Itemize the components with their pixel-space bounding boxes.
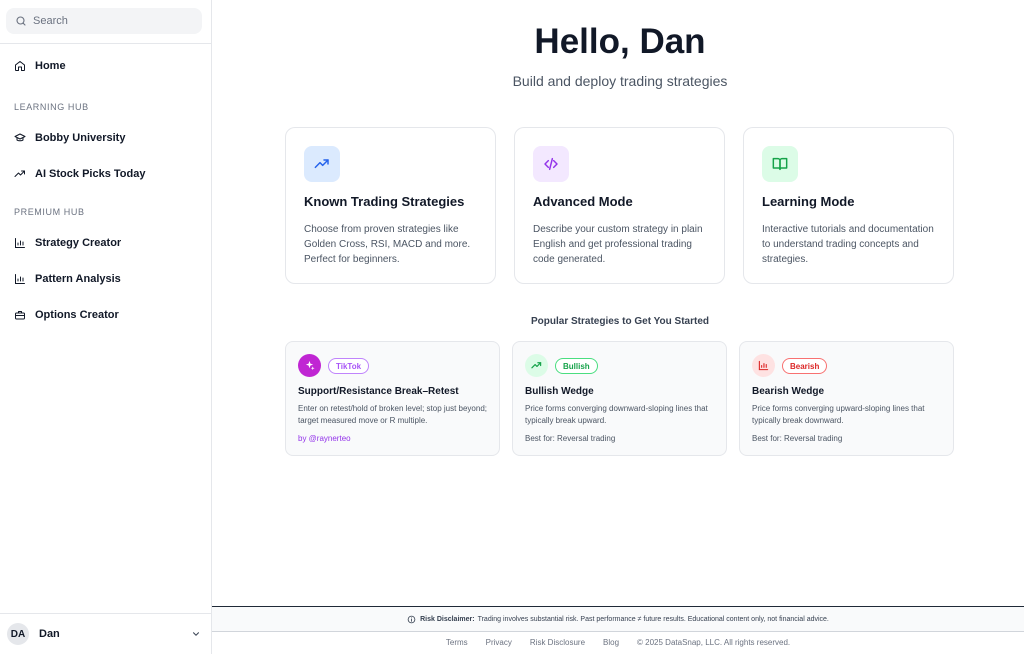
card-icon-wrap (533, 146, 569, 182)
footer-links: Terms Privacy Risk Disclosure Blog © 202… (212, 638, 1024, 647)
sidebar-item-label: Strategy Creator (35, 237, 122, 249)
sidebar-item-strategy-creator[interactable]: Strategy Creator (0, 228, 211, 258)
avatar: DA (7, 623, 29, 645)
premium-hub-title: PREMIUM HUB (14, 207, 85, 217)
main-content: Hello, Dan Build and deploy trading stra… (212, 0, 1024, 654)
user-name: Dan (39, 628, 60, 640)
trending-up-icon (14, 170, 25, 177)
strategy-author-link[interactable]: by @raynerteo (298, 434, 351, 443)
chevron-down-icon[interactable] (191, 629, 201, 639)
card-known-trading-strategies[interactable]: Known Trading Strategies Choose from pro… (285, 127, 496, 284)
card-title: Known Trading Strategies (304, 194, 465, 209)
sidebar-item-home[interactable]: Home (0, 51, 211, 81)
code-icon (544, 157, 558, 171)
strategy-meta: Best for: Reversal trading (525, 434, 616, 443)
footer-link-blog[interactable]: Blog (603, 638, 619, 647)
strategy-icon-wrap (525, 354, 548, 377)
bar-chart-icon (15, 274, 25, 284)
disclaimer-text: Trading involves substantial risk. Past … (477, 615, 829, 623)
strategy-title: Bullish Wedge (525, 386, 594, 397)
strategy-tag: Bearish (782, 358, 828, 374)
sidebar-divider (0, 43, 211, 44)
strategy-card-support-resistance[interactable]: TikTok Support/Resistance Break–Retest E… (285, 341, 500, 456)
strategy-description: Enter on retest/hold of broken level; st… (298, 404, 488, 425)
strategy-meta: Best for: Reversal trading (752, 434, 843, 443)
bar-chart-icon (758, 360, 769, 371)
card-description: Choose from proven strategies like Golde… (304, 224, 471, 265)
sidebar-item-label: Home (35, 60, 66, 72)
graduation-cap-icon (14, 133, 26, 142)
sidebar-item-label: AI Stock Picks Today (35, 168, 146, 180)
footer-link-terms[interactable]: Terms (446, 638, 468, 647)
card-description: Describe your custom strategy in plain E… (533, 224, 703, 265)
search-icon (16, 16, 26, 26)
strategy-card-bullish-wedge[interactable]: Bullish Bullish Wedge Price forms conver… (512, 341, 727, 456)
page-subtitle: Build and deploy trading strategies (512, 73, 728, 89)
toolbox-icon (15, 311, 25, 320)
trending-up-icon (531, 362, 542, 369)
info-icon (407, 615, 416, 623)
strategy-description: Price forms converging upward-sloping li… (752, 404, 925, 425)
footer-link-risk-disclosure[interactable]: Risk Disclosure (530, 638, 585, 647)
footer-link-privacy[interactable]: Privacy (486, 638, 512, 647)
card-title: Advanced Mode (533, 194, 633, 209)
card-learning-mode[interactable]: Learning Mode Interactive tutorials and … (743, 127, 954, 284)
copyright: © 2025 DataSnap, LLC. All rights reserve… (637, 638, 791, 647)
card-icon-wrap (762, 146, 798, 182)
search-box[interactable] (6, 8, 202, 34)
strategy-icon-wrap (298, 354, 321, 377)
card-icon-wrap (304, 146, 340, 182)
card-title: Learning Mode (762, 194, 855, 209)
card-description: Interactive tutorials and documentation … (762, 224, 934, 265)
strategy-icon-wrap (752, 354, 775, 377)
page-title: Hello, Dan (534, 22, 706, 61)
learning-hub-title: LEARNING HUB (14, 102, 89, 112)
strategy-description: Price forms converging downward-sloping … (525, 404, 708, 425)
sparkles-icon (305, 360, 315, 371)
strategy-tag: TikTok (328, 358, 370, 374)
sidebar-item-pattern-analysis[interactable]: Pattern Analysis (0, 264, 211, 294)
risk-disclaimer-bar: Risk Disclaimer: Trading involves substa… (212, 606, 1024, 632)
home-icon (15, 61, 25, 71)
sidebar-item-label: Pattern Analysis (35, 273, 121, 285)
strategy-card-bearish-wedge[interactable]: Bearish Bearish Wedge Price forms conver… (739, 341, 954, 456)
book-open-icon (772, 157, 788, 171)
trending-up-icon (314, 159, 329, 169)
strategy-tag: Bullish (555, 358, 598, 374)
sidebar: Home LEARNING HUB Bobby University AI St… (0, 0, 212, 654)
strategy-title: Bearish Wedge (752, 386, 825, 397)
sidebar-item-label: Options Creator (35, 309, 119, 321)
card-advanced-mode[interactable]: Advanced Mode Describe your custom strat… (514, 127, 725, 284)
sidebar-item-label: Bobby University (35, 132, 126, 144)
user-menu[interactable]: DA Dan (0, 613, 211, 654)
popular-strategies-title: Popular Strategies to Get You Started (531, 316, 709, 327)
sidebar-item-bobby-university[interactable]: Bobby University (0, 123, 211, 153)
sidebar-item-options-creator[interactable]: Options Creator (0, 300, 211, 330)
search-input[interactable] (33, 15, 193, 27)
sidebar-item-ai-stock-picks[interactable]: AI Stock Picks Today (0, 159, 211, 189)
bar-chart-icon (15, 238, 25, 248)
strategy-title: Support/Resistance Break–Retest (298, 386, 459, 397)
disclaimer-label: Risk Disclaimer: (420, 615, 475, 623)
